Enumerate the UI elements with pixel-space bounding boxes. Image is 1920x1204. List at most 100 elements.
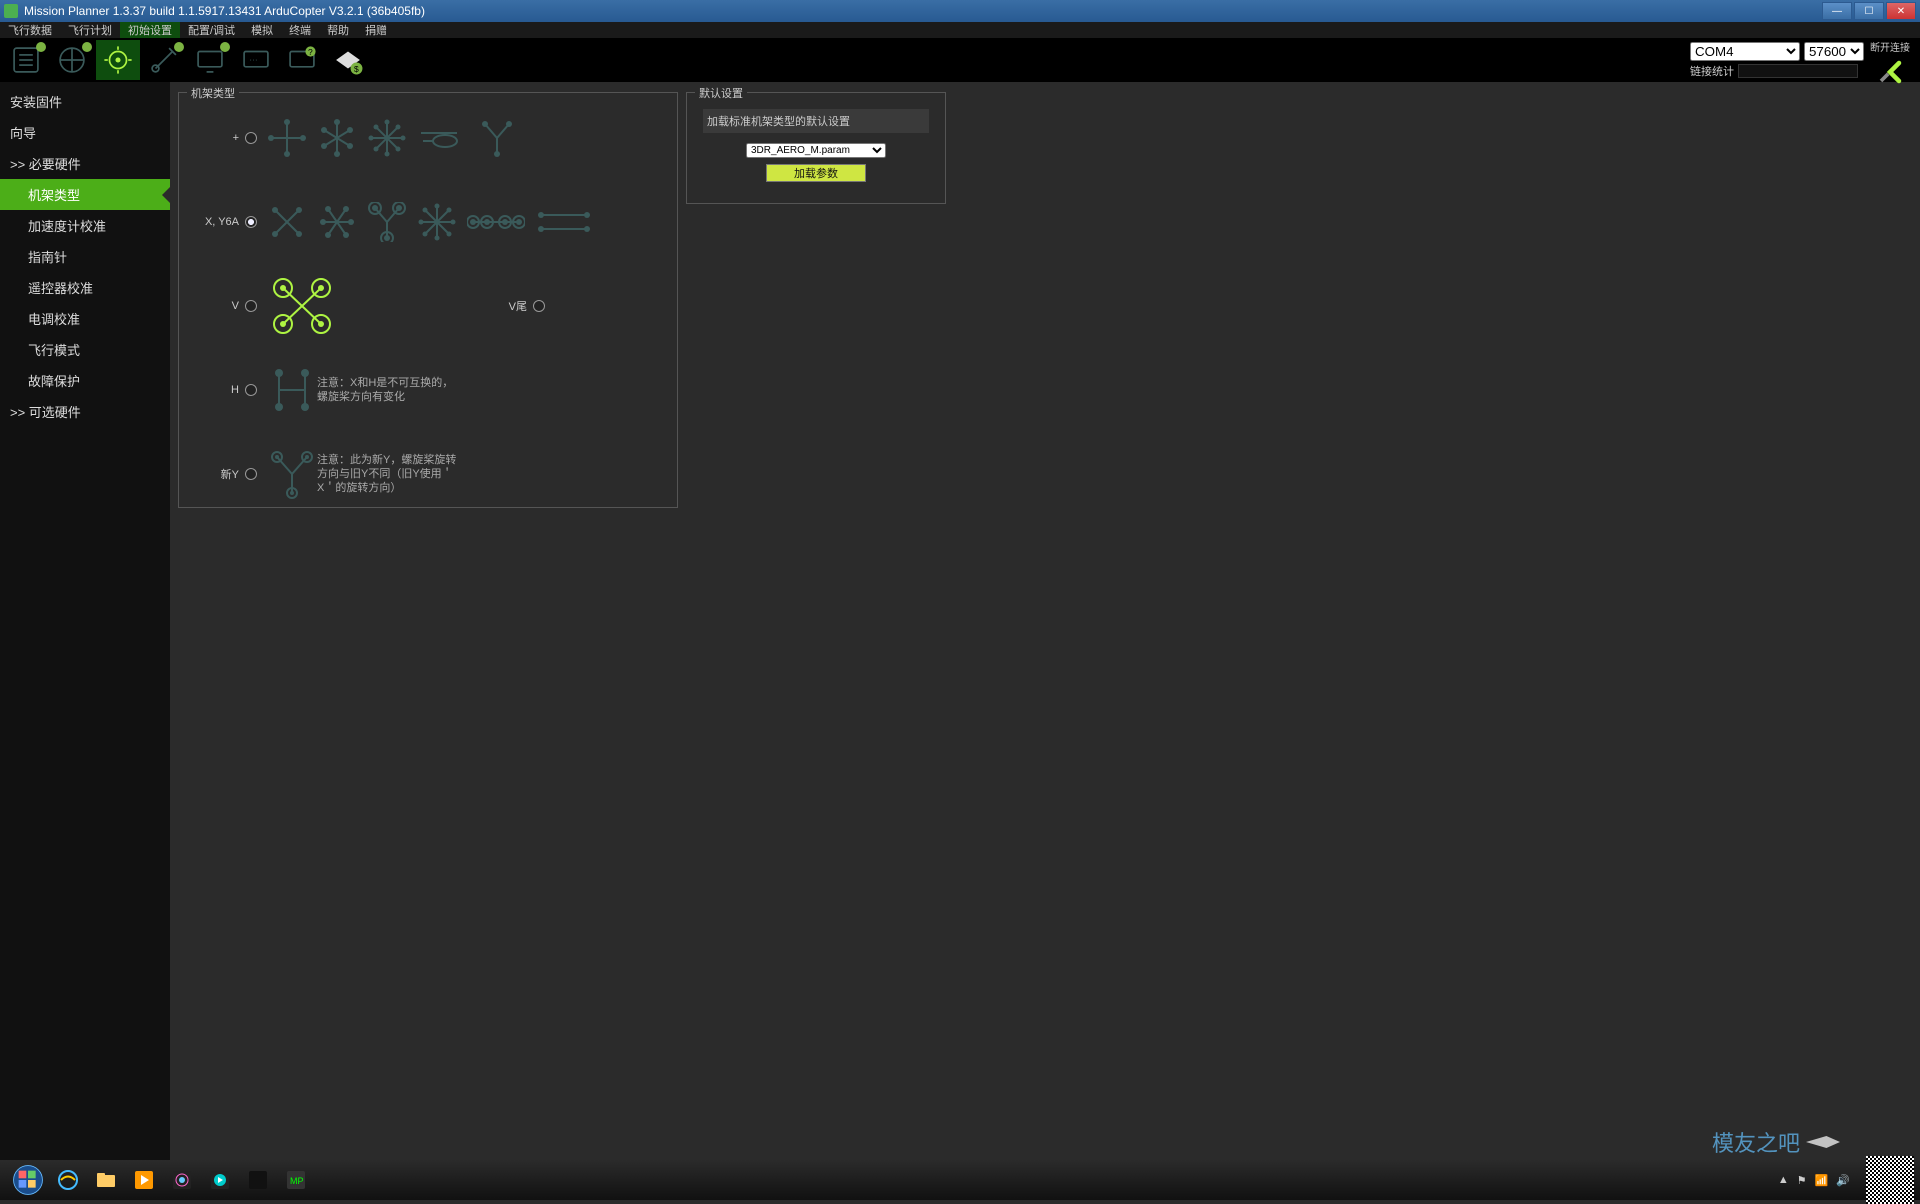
app3-icon[interactable] <box>202 1165 238 1195</box>
badge-icon <box>174 42 184 52</box>
tab-flight-plan[interactable]: 飞行计划 <box>60 22 120 38</box>
frame-type-group: 机架类型 + X, Y6A V V尾 <box>178 92 678 508</box>
sidebar-item-optional-hw[interactable]: >> 可选硬件 <box>0 396 170 427</box>
simulation-icon-button[interactable] <box>188 40 232 80</box>
sidebar-item-wizard[interactable]: 向导 <box>0 117 170 148</box>
link-stats-label: 链接统计 <box>1690 63 1734 79</box>
quadplus-icon <box>267 118 307 158</box>
frame-icons-h <box>267 365 317 415</box>
tri-icon <box>477 118 517 158</box>
tab-terminal[interactable]: 终端 <box>281 22 319 38</box>
window-title: Mission Planner 1.3.37 build 1.1.5917.13… <box>24 4 425 18</box>
frame-row-x: X, Y6A <box>189 187 667 257</box>
terminal-icon-button[interactable]: ··· <box>234 40 278 80</box>
octoquad2-icon <box>535 207 593 237</box>
radio-x[interactable] <box>245 216 257 228</box>
quadv-icon <box>267 276 337 336</box>
sidebar-item-esc-calib[interactable]: 电调校准 <box>0 303 170 334</box>
sidebar-item-radio-calib[interactable]: 遥控器校准 <box>0 272 170 303</box>
tab-initial-setup[interactable]: 初始设置 <box>120 22 180 38</box>
newy-note: 注意：此为新Y，螺旋桨旋转方向与旧Y不同（旧Y使用＇X＇的旋转方向） <box>317 453 457 496</box>
default-settings-group: 默认设置 加载标准机架类型的默认设置 3DR_AERO_M.param 加载参数 <box>686 92 946 204</box>
sidebar-item-failsafe[interactable]: 故障保护 <box>0 365 170 396</box>
toolbar: ··· ? $ COM4 57600 链接统计 断开连接 <box>0 38 1920 82</box>
flight-plan-icon-button[interactable] <box>50 40 94 80</box>
sidebar-item-flight-modes[interactable]: 飞行模式 <box>0 334 170 365</box>
octoquad1-icon <box>467 207 525 237</box>
app2-icon[interactable] <box>164 1165 200 1195</box>
param-file-select[interactable]: 3DR_AERO_M.param <box>746 143 886 158</box>
svg-text:$: $ <box>354 64 359 74</box>
octox-icon <box>417 202 457 242</box>
sidebar: 安装固件 向导 >> 必要硬件 机架类型 加速度计校准 指南针 遥控器校准 电调… <box>0 82 170 1160</box>
ie-icon[interactable] <box>50 1165 86 1195</box>
help-icon-button[interactable]: ? <box>280 40 324 80</box>
radio-plus[interactable] <box>245 132 257 144</box>
frame-row-h: H 注意：X和H是不可互换的，螺旋桨方向有变化 <box>189 355 667 425</box>
plane-icon <box>1806 1136 1840 1148</box>
sidebar-item-install-firmware[interactable]: 安装固件 <box>0 86 170 117</box>
radio-h[interactable] <box>245 384 257 396</box>
frame-icons-newy <box>267 449 317 499</box>
default-settings-hint: 加载标准机架类型的默认设置 <box>703 109 929 133</box>
qr-code <box>1866 1156 1914 1204</box>
radio-newy[interactable] <box>245 468 257 480</box>
radio-v[interactable] <box>245 300 257 312</box>
hexx-icon <box>317 202 357 242</box>
tab-simulation[interactable]: 模拟 <box>243 22 281 38</box>
tab-donate[interactable]: 捐赠 <box>357 22 395 38</box>
tab-help[interactable]: 帮助 <box>319 22 357 38</box>
y6-icon <box>367 202 407 242</box>
frame-icons-v <box>267 276 337 336</box>
app1-icon[interactable] <box>126 1165 162 1195</box>
tray-flag-icon[interactable]: ⚑ <box>1797 1174 1807 1187</box>
svg-text:···: ··· <box>249 55 258 65</box>
svg-text:?: ? <box>308 47 313 57</box>
tray-volume-icon[interactable]: 🔊 <box>1836 1174 1850 1187</box>
tab-config-tuning[interactable]: 配置/调试 <box>180 22 243 38</box>
missionplanner-task-icon[interactable]: MP <box>278 1165 314 1195</box>
frame-row-v: V V尾 <box>189 271 667 341</box>
octoplus-icon <box>367 118 407 158</box>
quadh-icon <box>267 365 317 415</box>
connect-plug-icon[interactable] <box>1872 54 1908 82</box>
svg-text:MP: MP <box>290 1176 304 1186</box>
frame-row-plus: + <box>189 103 667 173</box>
flight-data-icon-button[interactable] <box>4 40 48 80</box>
y6b-icon <box>267 449 317 499</box>
frame-row-newy: 新Y 注意：此为新Y，螺旋桨旋转方向与旧Y不同（旧Y使用＇X＇的旋转方向） <box>189 439 667 509</box>
taskbar: MP ▲ ⚑ 📶 🔊 <box>0 1160 1920 1200</box>
load-params-button[interactable]: 加载参数 <box>766 164 866 182</box>
badge-icon <box>36 42 46 52</box>
tray-up-icon[interactable]: ▲ <box>1778 1174 1789 1186</box>
hexplus-icon <box>317 118 357 158</box>
window-titlebar: Mission Planner 1.3.37 build 1.1.5917.13… <box>0 0 1920 22</box>
initial-setup-icon-button[interactable] <box>96 40 140 80</box>
baud-select[interactable]: 57600 <box>1804 42 1864 61</box>
heli-icon <box>417 123 467 153</box>
menubar: 飞行数据 飞行计划 初始设置 配置/调试 模拟 终端 帮助 捐赠 <box>0 22 1920 38</box>
com-port-select[interactable]: COM4 <box>1690 42 1800 61</box>
link-stats-field <box>1738 64 1858 78</box>
quadx-icon <box>267 202 307 242</box>
app-icon <box>4 4 18 18</box>
sidebar-item-frame-type[interactable]: 机架类型 <box>0 179 170 210</box>
disconnect-label: 断开连接 <box>1870 39 1910 54</box>
sidebar-item-compass[interactable]: 指南针 <box>0 241 170 272</box>
close-button[interactable]: ✕ <box>1886 2 1916 20</box>
tab-flight-data[interactable]: 飞行数据 <box>0 22 60 38</box>
minimize-button[interactable]: — <box>1822 2 1852 20</box>
explorer-icon[interactable] <box>88 1165 124 1195</box>
system-tray: ▲ ⚑ 📶 🔊 <box>1778 1156 1914 1204</box>
maximize-button[interactable]: ☐ <box>1854 2 1884 20</box>
donate-icon-button[interactable]: $ <box>326 40 370 80</box>
frame-type-legend: 机架类型 <box>187 85 239 101</box>
default-settings-legend: 默认设置 <box>695 85 747 101</box>
tray-network-icon[interactable]: 📶 <box>1815 1174 1829 1187</box>
sidebar-item-accel-calib[interactable]: 加速度计校准 <box>0 210 170 241</box>
radio-vtail[interactable] <box>533 300 545 312</box>
start-button[interactable] <box>6 1160 50 1200</box>
config-tuning-icon-button[interactable] <box>142 40 186 80</box>
sidebar-item-mandatory-hw[interactable]: >> 必要硬件 <box>0 148 170 179</box>
app4-icon[interactable] <box>240 1165 276 1195</box>
